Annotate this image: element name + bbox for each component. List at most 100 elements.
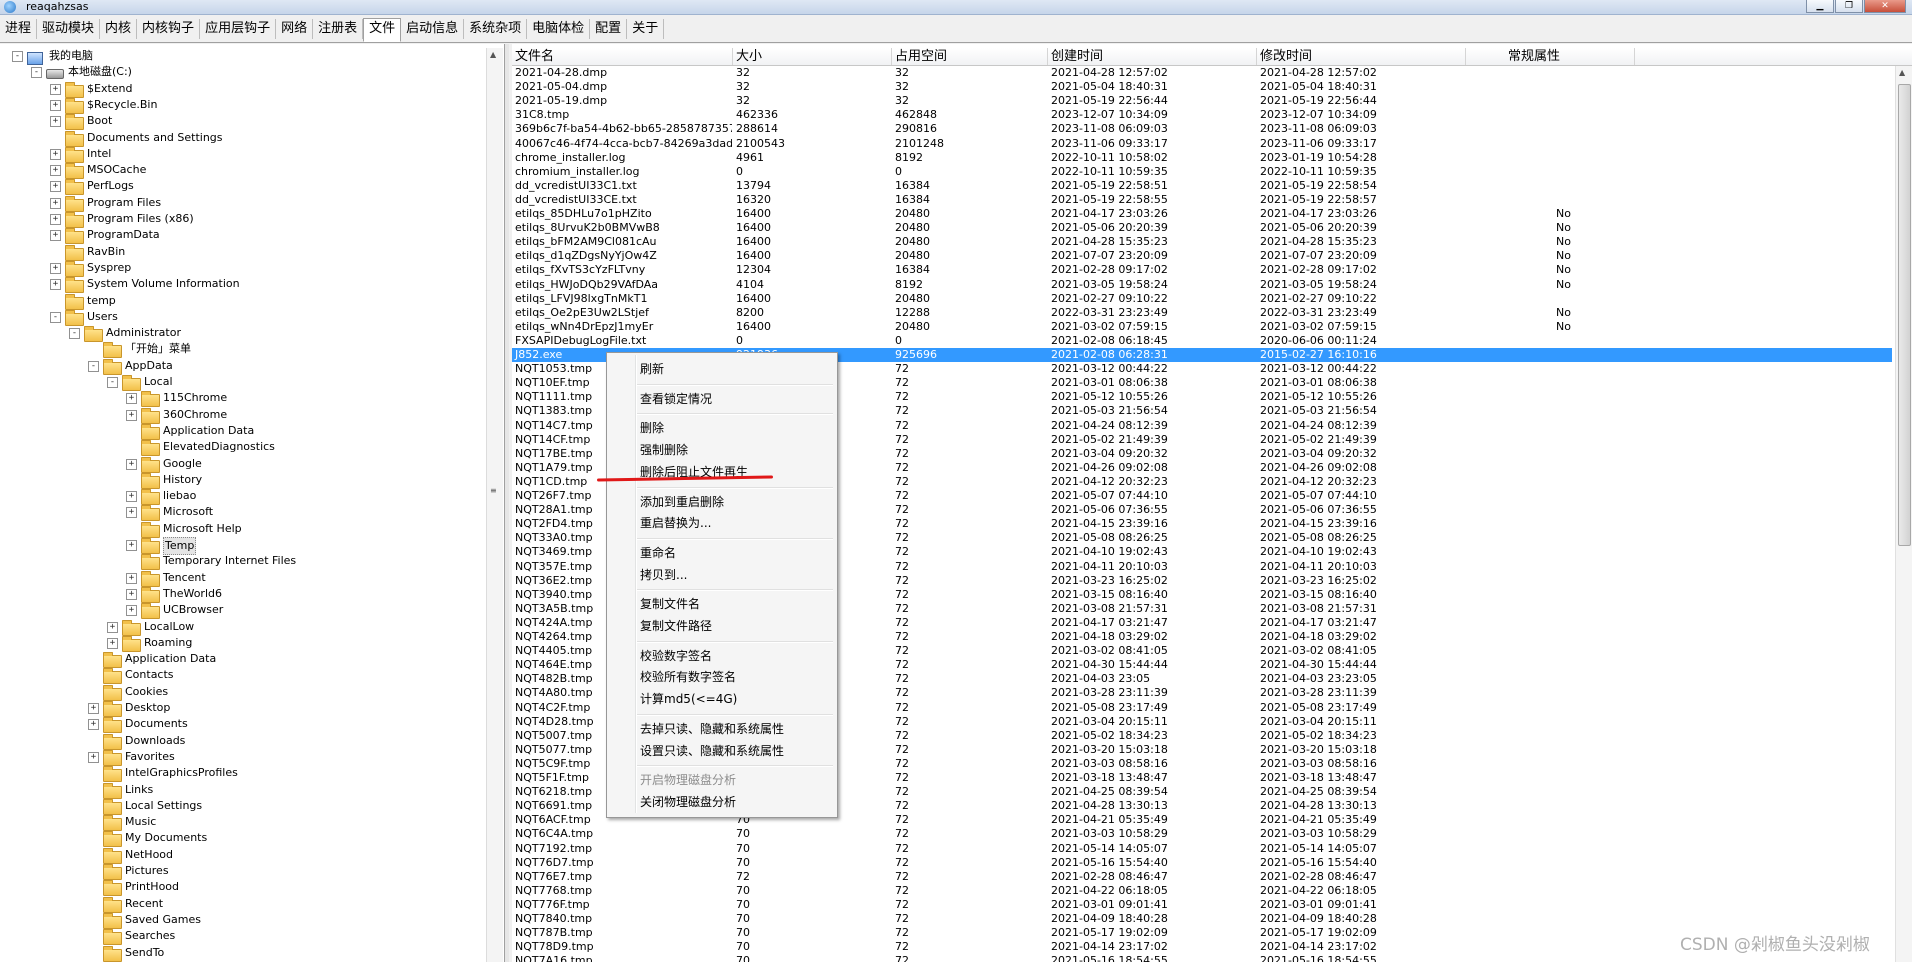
tree-item[interactable]: Documents and Settings	[0, 130, 484, 147]
menu-item[interactable]: 去掉只读、隐藏和系统属性	[640, 719, 784, 739]
tree-item[interactable]: - 本地磁盘(C:)	[0, 64, 484, 80]
tree-item[interactable]: + Intel	[0, 146, 484, 163]
tree-item[interactable]: Contacts	[0, 667, 484, 684]
table-row[interactable]: etilqs_HWJoDQb29VAfDAa 4104 8192 2021-03-05…	[512, 278, 1892, 292]
scroll-up-arrow-icon[interactable]: ▲	[1899, 68, 1905, 77]
table-row[interactable]: etilqs_bFM2AM9Cl081cAu 16400 20480 2021-04-…	[512, 235, 1892, 249]
tree-item[interactable]: - AppData	[0, 358, 484, 375]
tree-item[interactable]: + ProgramData	[0, 227, 484, 244]
tree-item[interactable]: Application Data	[0, 423, 484, 440]
column-header[interactable]: 创建时间	[1048, 48, 1257, 65]
tree-item[interactable]: + Desktop	[0, 700, 484, 717]
tree-item[interactable]: Links	[0, 782, 484, 799]
minimize-button[interactable]: ▁	[1806, 0, 1834, 13]
tree-item[interactable]: Searches	[0, 928, 484, 945]
expand-icon[interactable]: +	[50, 230, 61, 241]
expand-icon[interactable]: +	[50, 214, 61, 225]
tree-item[interactable]: + TheWorld6	[0, 586, 484, 603]
column-header[interactable]: 修改时间	[1257, 48, 1466, 65]
tab-7[interactable]: 文件	[363, 17, 402, 42]
table-row[interactable]: NQT7A16.tmp 70 72 2021-05-16 18:54:55 2021-0…	[512, 954, 1892, 962]
tree-item[interactable]: + Sysprep	[0, 260, 484, 277]
menu-item[interactable]: 删除	[640, 418, 664, 438]
tree-item[interactable]: + Tencent	[0, 570, 484, 587]
column-header[interactable]: 常规属性	[1466, 48, 1635, 65]
table-row[interactable]: etilqs_d1qZDgsNyYjOw4Z 16400 20480 2021-07-…	[512, 249, 1892, 263]
tree-item[interactable]: temp	[0, 293, 484, 310]
tree-item[interactable]: Pictures	[0, 863, 484, 880]
expand-icon[interactable]: +	[50, 279, 61, 290]
table-row[interactable]: NQT7840.tmp 70 72 2021-04-09 18:40:28 2021-0…	[512, 912, 1892, 926]
expand-icon[interactable]: +	[50, 84, 61, 95]
expand-icon[interactable]: +	[126, 573, 137, 584]
table-row[interactable]: dd_vcredistUI33C1.txt 13794 16384 2021-05-1…	[512, 179, 1892, 193]
collapse-icon[interactable]: -	[50, 312, 61, 323]
table-row[interactable]: etilqs_8UrvuK2b0BMVwB8 16400 20480 2021-05-…	[512, 221, 1892, 235]
menu-item[interactable]: 复制文件路径	[640, 616, 712, 636]
tree-item[interactable]: Saved Games	[0, 912, 484, 929]
tab-5[interactable]: 网络	[276, 18, 314, 39]
tree-item[interactable]: - 我的电脑	[0, 48, 484, 65]
tree-item[interactable]: + $Recycle.Bin	[0, 97, 484, 114]
tab-12[interactable]: 关于	[627, 18, 665, 39]
menu-item[interactable]: 计算md5(<=4G)	[640, 689, 737, 709]
table-row[interactable]: FXSAPIDebugLogFile.txt 0 0 2021-02-08 06:18…	[512, 334, 1892, 348]
tree-item[interactable]: - Users	[0, 309, 484, 326]
table-row[interactable]: chromium_installer.log 0 0 2022-10-11 10:59…	[512, 165, 1892, 179]
expand-icon[interactable]: +	[88, 752, 99, 763]
tab-1[interactable]: 驱动模块	[37, 18, 101, 39]
menu-item[interactable]: 强制删除	[640, 440, 688, 460]
expand-icon[interactable]: +	[88, 719, 99, 730]
tree-item[interactable]: + Roaming	[0, 635, 484, 652]
tree-item[interactable]: - Local	[0, 374, 484, 391]
table-row[interactable]: 31C8.tmp 462336 462848 2023-12-07 10:34:09 2…	[512, 108, 1892, 122]
table-row[interactable]: 40067c46-4f74-4cca-bcb7-84269a3dadf0.tmp…	[512, 137, 1892, 151]
collapse-icon[interactable]: -	[12, 51, 23, 62]
table-row[interactable]: etilqs_LFVJ98lxgTnMkT1 16400 20480 2021-02-…	[512, 292, 1892, 306]
table-row[interactable]: etilqs_85DHLu7o1pHZito 16400 20480 2021-04-…	[512, 207, 1892, 221]
table-row[interactable]: NQT776F.tmp 70 72 2021-03-01 09:01:41 2021-0…	[512, 898, 1892, 912]
tab-2[interactable]: 内核	[100, 18, 138, 39]
tree-item[interactable]: SendTo	[0, 945, 484, 962]
tree-item[interactable]: + liebao	[0, 488, 484, 505]
expand-icon[interactable]: +	[107, 622, 118, 633]
collapse-icon[interactable]: -	[88, 361, 99, 372]
expand-icon[interactable]: +	[50, 149, 61, 160]
file-list-scrollbar[interactable]: ▲	[1895, 66, 1912, 962]
tab-3[interactable]: 内核钩子	[137, 18, 201, 39]
menu-item[interactable]: 复制文件名	[640, 594, 700, 614]
menu-item[interactable]: 刷新	[640, 359, 664, 379]
expand-icon[interactable]: +	[50, 263, 61, 274]
tree-item[interactable]: My Documents	[0, 830, 484, 847]
table-row[interactable]: etilqs_wNn4DrEpzJ1myEr 16400 20480 2021-03-…	[512, 320, 1892, 334]
expand-icon[interactable]: +	[107, 638, 118, 649]
tree-item[interactable]: + Documents	[0, 716, 484, 733]
collapse-icon[interactable]: -	[107, 377, 118, 388]
expand-icon[interactable]: +	[126, 605, 137, 616]
expand-icon[interactable]: +	[50, 181, 61, 192]
expand-icon[interactable]: +	[50, 100, 61, 111]
table-row[interactable]: NQT76E7.tmp 72 72 2021-02-28 08:46:47 2021-0…	[512, 870, 1892, 884]
table-row[interactable]: etilqs_Oe2pE3Uw2LStjef 8200 12288 2022-03-3…	[512, 306, 1892, 320]
tree-item[interactable]: + $Extend	[0, 81, 484, 98]
tree-item[interactable]: + Boot	[0, 113, 484, 130]
close-button[interactable]: ✕	[1864, 0, 1906, 13]
expand-icon[interactable]: +	[126, 410, 137, 421]
expand-icon[interactable]: +	[126, 393, 137, 404]
menu-item[interactable]: 校验数字签名	[640, 646, 712, 666]
tree-scrollbar[interactable]: ▲ ≡	[486, 48, 503, 962]
tree-item[interactable]: + UCBrowser	[0, 602, 484, 619]
tree-item[interactable]: +360Chrome	[0, 407, 484, 424]
expand-icon[interactable]: +	[126, 507, 137, 518]
tree-item[interactable]: + Favorites	[0, 749, 484, 766]
tree-item[interactable]: + Microsoft	[0, 504, 484, 521]
tab-0[interactable]: 进程	[0, 18, 38, 39]
tab-6[interactable]: 注册表	[313, 18, 364, 39]
tree-item[interactable]: + Program Files	[0, 195, 484, 212]
tree-item[interactable]: + Google	[0, 456, 484, 473]
table-row[interactable]: dd_vcredistUI33CE.txt 16320 16384 2021-05-1…	[512, 193, 1892, 207]
collapse-icon[interactable]: -	[31, 67, 42, 78]
tree-item[interactable]: 「开始」菜单	[0, 341, 484, 358]
expand-icon[interactable]: +	[50, 116, 61, 127]
expand-icon[interactable]: +	[88, 703, 99, 714]
